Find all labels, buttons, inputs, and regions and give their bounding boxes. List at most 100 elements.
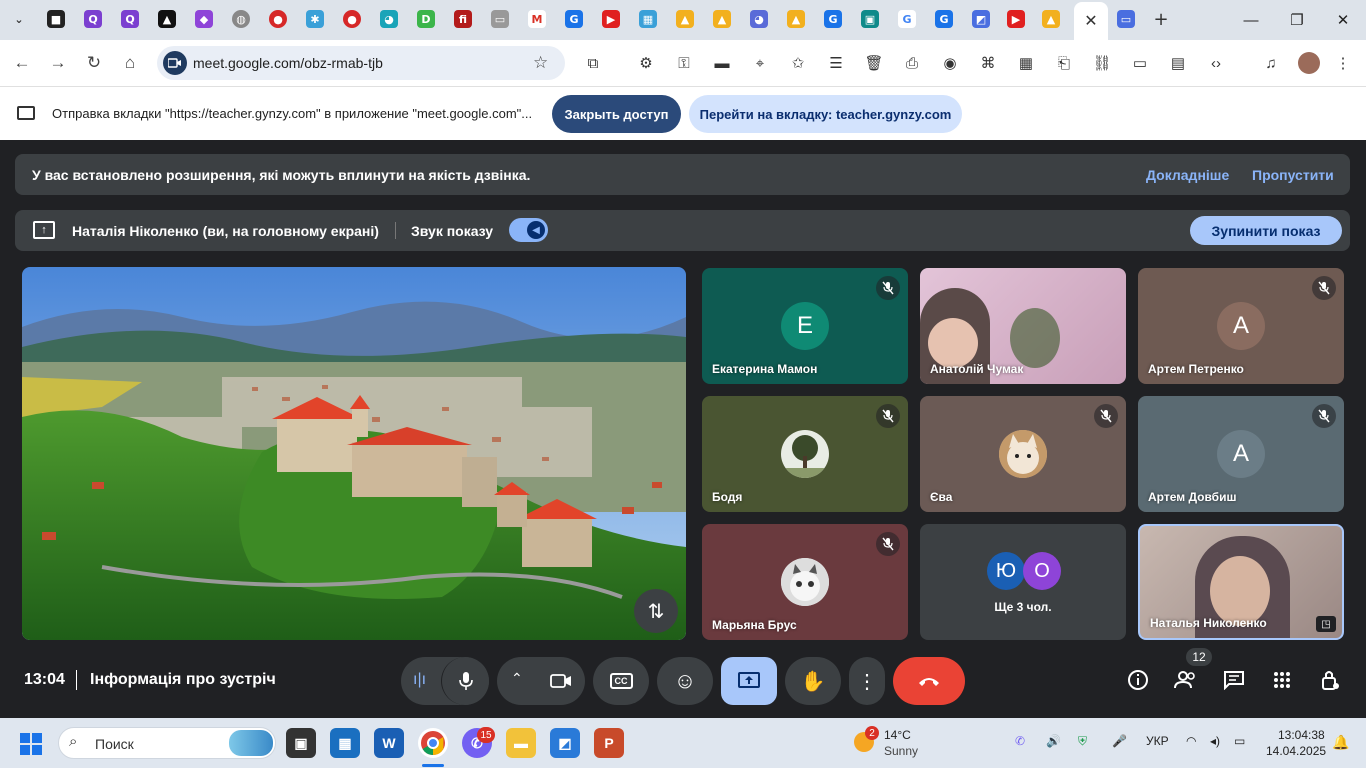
activities-grid-icon[interactable]: [1268, 666, 1296, 694]
windows-start-icon[interactable]: [20, 733, 42, 755]
reading-mode-icon[interactable]: ⎗: [1054, 53, 1074, 73]
cast-icon[interactable]: ▭: [1130, 53, 1150, 73]
participant-tile[interactable]: Марьяна Брус: [702, 524, 908, 640]
learn-more-link[interactable]: Докладніше: [1146, 167, 1229, 183]
chat-icon[interactable]: [1220, 666, 1248, 694]
active-tab[interactable]: ✕: [1074, 2, 1108, 40]
close-icon[interactable]: ✕: [1084, 11, 1097, 31]
tab-favicon-7[interactable]: ●: [269, 10, 287, 28]
captions-button[interactable]: CC: [593, 657, 649, 705]
word-icon[interactable]: W: [374, 728, 404, 758]
trash-icon[interactable]: 🗑: [864, 53, 884, 73]
tab-favicon-4[interactable]: ▲: [158, 10, 176, 28]
menu-kebab-icon[interactable]: ⋮: [1333, 53, 1353, 73]
camera-button[interactable]: [537, 657, 585, 705]
defender-icon[interactable]: ⛨: [1078, 734, 1087, 749]
notification-bell-icon[interactable]: 🔔: [1332, 734, 1349, 751]
link-icon[interactable]: ⛓: [1092, 53, 1112, 73]
mic-button[interactable]: [441, 657, 489, 705]
tab-favicon-25[interactable]: G: [935, 10, 953, 28]
site-info-icon[interactable]: [163, 51, 187, 75]
window-close-icon[interactable]: ✕: [1320, 8, 1366, 32]
profile-avatar[interactable]: [1298, 52, 1320, 74]
location-icon[interactable]: ⌖: [750, 53, 770, 73]
reload-icon[interactable]: ↻: [82, 51, 106, 75]
tab-favicon-9[interactable]: ●: [343, 10, 361, 28]
more-options-button[interactable]: ⋮: [849, 657, 885, 705]
qr-icon[interactable]: ▦: [1016, 53, 1036, 73]
chevron-up-icon[interactable]: ⌃: [511, 670, 523, 687]
home-icon[interactable]: ⌂: [118, 51, 142, 75]
extensions-puzzle-icon[interactable]: ⧉: [583, 53, 603, 73]
participant-tile[interactable]: A Артем Довбиш: [1138, 396, 1344, 512]
language-indicator[interactable]: УКР: [1146, 734, 1169, 748]
new-tab-button[interactable]: +: [1152, 9, 1170, 30]
clock-time[interactable]: 13:04:38: [1278, 728, 1325, 742]
wifi-icon[interactable]: ◠: [1186, 734, 1196, 748]
stop-presenting-button[interactable]: Зупинити показ: [1190, 216, 1342, 245]
tab-favicon-19[interactable]: ▲: [713, 10, 731, 28]
tab-youtube-icon[interactable]: ▶: [602, 10, 620, 28]
restore-icon[interactable]: ❐: [1274, 8, 1320, 32]
present-sound-toggle[interactable]: ◀: [509, 218, 548, 242]
tab-favicon-2[interactable]: Q: [84, 10, 102, 28]
participant-tile[interactable]: Бодя: [702, 396, 908, 512]
participant-tile[interactable]: Анатолій Чумак: [920, 268, 1126, 384]
tab-favicon-15[interactable]: G: [565, 10, 583, 28]
tab-gmail-icon[interactable]: M: [528, 10, 546, 28]
info-icon[interactable]: [1124, 666, 1152, 694]
tab-favicon-8[interactable]: ✱: [306, 10, 324, 28]
tab-youtube-icon-2[interactable]: ▶: [1007, 10, 1025, 28]
key-icon[interactable]: ⚿: [674, 53, 694, 73]
store-icon[interactable]: ▦: [330, 728, 360, 758]
tab-favicon-22[interactable]: G: [824, 10, 842, 28]
forward-icon[interactable]: →: [46, 51, 70, 75]
more-participants-tile[interactable]: Ю О Ще 3 чол.: [920, 524, 1126, 640]
clock-date[interactable]: 14.04.2025: [1266, 744, 1326, 758]
minimize-icon[interactable]: —: [1228, 8, 1274, 32]
leave-call-button[interactable]: [893, 657, 965, 705]
bookmark-star-icon[interactable]: ☆: [533, 53, 548, 73]
tab-favicon-21[interactable]: ▲: [787, 10, 805, 28]
goto-tab-button[interactable]: Перейти на вкладку: teacher.gynzy.com: [689, 95, 962, 133]
translate-icon[interactable]: ⌘: [978, 53, 998, 73]
tab-favicon-meet[interactable]: ▭: [1117, 10, 1135, 28]
tab-favicon-10[interactable]: ◕: [380, 10, 398, 28]
table-icon[interactable]: ▤: [1168, 53, 1188, 73]
host-controls-lock-icon[interactable]: [1316, 666, 1344, 694]
tab-favicon-13[interactable]: ▭: [491, 10, 509, 28]
emoji-button[interactable]: ☺: [657, 657, 713, 705]
file-explorer-icon[interactable]: ▬: [506, 728, 536, 758]
microphone-tray-icon[interactable]: 🎤: [1112, 734, 1127, 748]
tab-favicon-26[interactable]: ◩: [972, 10, 990, 28]
tab-favicon-1[interactable]: ■: [47, 10, 65, 28]
star-ext-icon[interactable]: ✩: [788, 53, 808, 73]
back-icon[interactable]: ←: [10, 51, 34, 75]
chrome-icon[interactable]: [418, 728, 448, 758]
volume-tray-icon[interactable]: 🔊: [1046, 734, 1061, 748]
skip-link[interactable]: Пропустити: [1252, 167, 1334, 183]
powerpoint-icon[interactable]: P: [594, 728, 624, 758]
code-icon[interactable]: ‹›: [1206, 53, 1226, 73]
print-icon[interactable]: ⎙: [902, 53, 922, 73]
tab-favicon-20[interactable]: ◕: [750, 10, 768, 28]
screenshot-icon[interactable]: ◉: [940, 53, 960, 73]
tab-favicon-28[interactable]: ▲: [1042, 10, 1060, 28]
card-icon[interactable]: ▬: [712, 53, 732, 73]
people-icon[interactable]: [1172, 666, 1200, 694]
pip-icon[interactable]: ◳: [1316, 616, 1336, 632]
participant-tile[interactable]: E Екатерина Мамон: [702, 268, 908, 384]
participant-tile[interactable]: A Артем Петренко: [1138, 268, 1344, 384]
tab-search-chevron-icon[interactable]: ⌄: [10, 10, 28, 28]
photos-icon[interactable]: ◩: [550, 728, 580, 758]
tab-favicon-11[interactable]: D: [417, 10, 435, 28]
speaker-icon[interactable]: ◂): [1210, 734, 1220, 748]
list-icon[interactable]: ☰: [826, 53, 846, 73]
tab-favicon-17[interactable]: ▦: [639, 10, 657, 28]
tab-favicon-12[interactable]: fi: [454, 10, 472, 28]
self-view-tile[interactable]: ◳ Наталья Николенко: [1138, 524, 1344, 640]
media-control-icon[interactable]: ♫: [1261, 53, 1281, 73]
battery-icon[interactable]: ▭: [1234, 734, 1245, 748]
raise-hand-button[interactable]: ✋: [785, 657, 841, 705]
taskbar-search[interactable]: ⌕ Поиск: [58, 727, 276, 759]
